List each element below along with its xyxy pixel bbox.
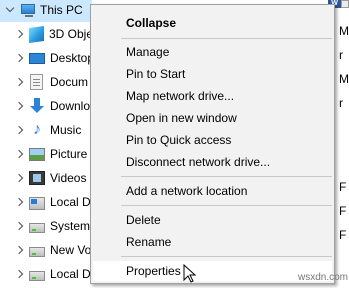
drive-icon: [29, 247, 45, 257]
mouse-pointer-icon: [183, 264, 197, 283]
menu-separator: [121, 38, 332, 39]
tree-item-music[interactable]: ♪ Music: [0, 118, 81, 142]
tree-item-label: Docum: [50, 75, 89, 89]
desktop-icon: [29, 52, 45, 64]
menu-item-properties[interactable]: Properties: [93, 261, 332, 281]
tree-item-this-pc[interactable]: This PC: [0, 0, 92, 22]
menu-item-delete[interactable]: Delete: [93, 210, 332, 230]
tree-item-label: Downlo: [50, 99, 91, 113]
edge-text-fragment: M: [339, 24, 349, 38]
pictures-icon: [29, 147, 45, 161]
tree-item-documents[interactable]: Docum: [0, 70, 88, 94]
tree-item-3d-objects[interactable]: 3D Obje: [0, 22, 93, 46]
tree-item-label: Picture: [50, 147, 88, 161]
videos-icon: [29, 171, 45, 185]
tree-item-system[interactable]: System: [0, 214, 90, 238]
tree-item-local-disk-c[interactable]: Local D: [0, 190, 91, 214]
chevron-right-icon[interactable]: [14, 244, 26, 256]
downloads-icon: [29, 98, 45, 114]
edge-text-fragment: r: [339, 48, 343, 62]
tree-item-local-disk[interactable]: Local D: [0, 262, 91, 286]
chevron-right-icon[interactable]: [14, 268, 26, 280]
menu-item-open-in-new-window[interactable]: Open in new window: [93, 108, 332, 128]
tree-item-new-volume[interactable]: New Vo: [0, 238, 91, 262]
tree-item-label: Local D: [50, 267, 91, 281]
document-icon: [341, 0, 349, 8]
edge-text-fragment: r: [339, 96, 343, 110]
watermark: wsxdn.com: [298, 272, 349, 283]
chevron-right-icon[interactable]: [14, 52, 26, 64]
computer-icon: [21, 3, 35, 17]
chevron-right-icon[interactable]: [14, 172, 26, 184]
chevron-right-icon[interactable]: [14, 76, 26, 88]
chevron-right-icon[interactable]: [14, 148, 26, 160]
menu-item-pin-to-quick-access[interactable]: Pin to Quick access: [93, 130, 332, 150]
tree-item-label: 3D Obje: [49, 27, 94, 41]
context-menu: Collapse Manage Pin to Start Map network…: [90, 4, 335, 284]
edge-text-fragment: F: [339, 180, 347, 194]
documents-icon: [30, 74, 43, 90]
chevron-right-icon[interactable]: [14, 124, 26, 136]
menu-separator: [121, 256, 332, 257]
menu-item-rename[interactable]: Rename: [93, 232, 332, 252]
3d-objects-icon: [29, 25, 44, 43]
edge-text-fragment: M: [339, 72, 349, 86]
tree-item-videos[interactable]: Videos: [0, 166, 86, 190]
chevron-right-icon[interactable]: [14, 196, 26, 208]
tree-item-label: System: [50, 219, 91, 233]
chevron-right-icon[interactable]: [14, 100, 26, 112]
menu-separator: [121, 176, 332, 177]
menu-item-map-network-drive[interactable]: Map network drive...: [93, 86, 332, 106]
menu-separator: [121, 205, 332, 206]
edge-text-fragment: F: [339, 228, 347, 242]
tree-item-label: Local D: [50, 195, 91, 209]
drive-icon: [29, 223, 45, 233]
menu-item-pin-to-start[interactable]: Pin to Start: [93, 64, 332, 84]
tree-item-downloads[interactable]: Downlo: [0, 94, 90, 118]
drive-icon: [29, 271, 45, 281]
chevron-down-icon[interactable]: [4, 4, 16, 16]
music-icon: ♪: [33, 121, 41, 138]
tree-item-desktop[interactable]: Desktop: [0, 46, 94, 70]
tree-item-label: Videos: [50, 171, 87, 185]
tree-item-label: Music: [50, 123, 82, 137]
tree-item-label: New Vo: [50, 243, 92, 257]
tree-item-pictures[interactable]: Picture: [0, 142, 87, 166]
windows-drive-icon: [29, 196, 45, 210]
tree-item-label: Desktop: [50, 51, 95, 65]
chevron-right-icon[interactable]: [14, 28, 26, 40]
chevron-right-icon[interactable]: [14, 220, 26, 232]
menu-item-manage[interactable]: Manage: [93, 42, 332, 62]
menu-item-collapse[interactable]: Collapse: [93, 13, 332, 33]
tree-item-label: This PC: [40, 3, 83, 17]
menu-item-add-network-location[interactable]: Add a network location: [93, 181, 332, 201]
menu-item-disconnect-network-drive[interactable]: Disconnect network drive...: [93, 152, 332, 172]
edge-text-fragment: F: [339, 204, 347, 218]
